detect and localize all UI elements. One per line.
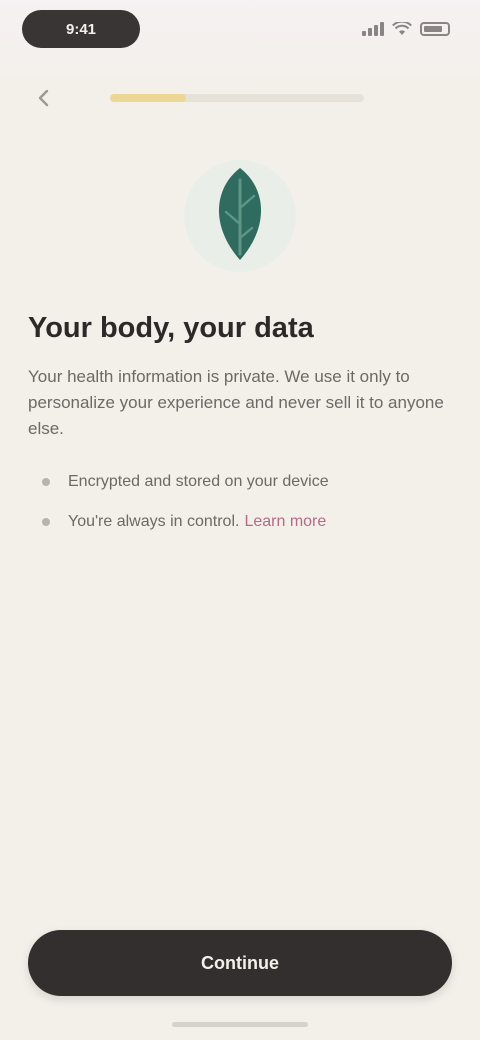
- back-button[interactable]: [24, 78, 64, 118]
- hero-illustration: [170, 150, 310, 280]
- wifi-icon: [392, 22, 412, 35]
- continue-button[interactable]: Continue: [28, 930, 452, 996]
- page-description: Your health information is private. We u…: [28, 367, 444, 438]
- bullet-text: You're always in control.: [68, 513, 240, 530]
- bullet-text: Encrypted and stored on your device: [68, 473, 329, 490]
- top-nav: [0, 70, 480, 124]
- status-indicators: [362, 18, 450, 40]
- battery-icon: [420, 22, 450, 36]
- leaf-icon: [184, 160, 296, 272]
- benefit-list: Encrypted and stored on your device You'…: [28, 462, 448, 542]
- status-time: 9:41: [22, 10, 140, 48]
- progress-fill: [110, 94, 187, 102]
- onboarding-progress-bar: [110, 94, 364, 102]
- status-bar: 9:41: [0, 0, 480, 64]
- list-item: Encrypted and stored on your device: [28, 462, 448, 502]
- list-item: You're always in control. Learn more: [28, 502, 448, 542]
- chevron-left-icon: [38, 89, 49, 107]
- page-title: Your body, your data: [28, 312, 314, 344]
- signal-icon: [362, 22, 384, 36]
- home-indicator: [172, 1022, 308, 1027]
- bullet-dot-icon: [42, 518, 50, 526]
- learn-more-link[interactable]: Learn more: [244, 513, 326, 531]
- bullet-dot-icon: [42, 478, 50, 486]
- onboarding-screen: 9:41 Your body, your data Your health in…: [0, 0, 480, 1040]
